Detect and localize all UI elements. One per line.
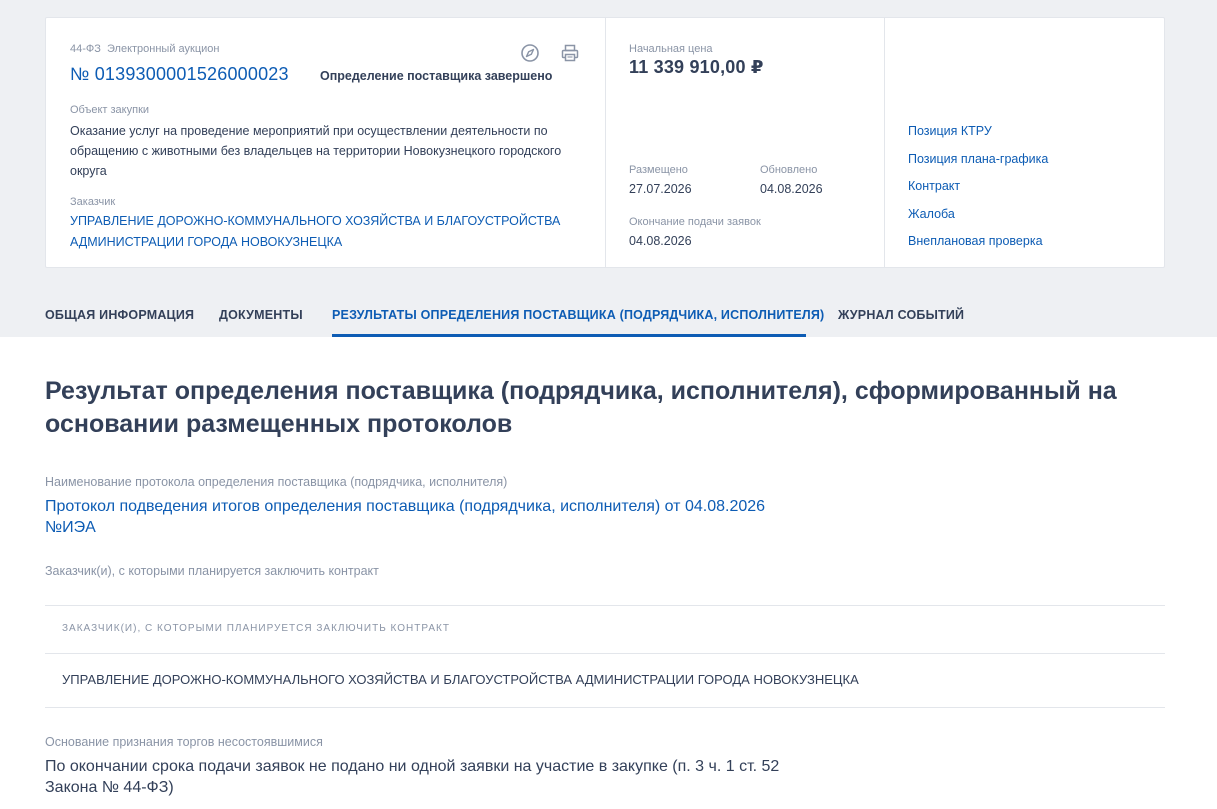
object-label: Объект закупки (70, 104, 150, 116)
link-contract[interactable]: Контракт (908, 179, 960, 193)
table-row: Управление дорожно-коммунального хозяйст… (62, 672, 859, 687)
law-type: 44-ФЗ (70, 43, 101, 55)
table-divider (45, 707, 1165, 708)
link-ktru-position[interactable]: Позиция КТРУ (908, 124, 992, 138)
link-complaint[interactable]: Жалоба (908, 207, 955, 221)
reason-label: Основание признания торгов несостоявшими… (45, 735, 323, 749)
placed-label: Размещено (629, 164, 688, 176)
updated-label: Обновлено (760, 164, 818, 176)
protocol-label: Наименование протокола определения поста… (45, 475, 508, 489)
procedure-type: Электронный аукцион (107, 43, 220, 55)
card-divider (884, 18, 885, 267)
card-divider (605, 18, 606, 267)
table-divider (45, 605, 1165, 606)
customers-label: Заказчик(и), с которыми планируется закл… (45, 564, 379, 578)
object-description: Оказание услуг на проведение мероприятий… (70, 124, 562, 178)
purchase-card: 44-ФЗ Электронный аукцион № 013930000152… (45, 17, 1165, 268)
initial-price: 11 339 910,00 ₽ (629, 57, 764, 77)
table-divider (45, 653, 1165, 654)
tab-supplier-results[interactable]: Результаты определения поставщика (подря… (332, 308, 824, 322)
protocol-link[interactable]: Протокол подведения итогов определения п… (45, 496, 805, 538)
placed-date: 27.07.2026 (629, 182, 692, 196)
printer-icon[interactable] (559, 42, 581, 64)
table-header: Заказчик(и), с которыми планируется закл… (62, 623, 450, 634)
price-label: Начальная цена (629, 43, 713, 55)
customer-label: Заказчик (70, 196, 116, 208)
tab-general-info[interactable]: Общая информация (45, 308, 194, 322)
compass-icon[interactable] (519, 42, 541, 64)
tab-event-log[interactable]: Журнал событий (838, 308, 964, 322)
reason-text: По окончании срока подачи заявок не пода… (45, 758, 780, 796)
procurement-status: Определение поставщика завершено (320, 69, 553, 83)
page-title: Результат определения поставщика (подряд… (45, 377, 1117, 438)
tab-bar: Общая информация Документы Результаты оп… (0, 300, 1217, 337)
registry-number-link[interactable]: № 0139300001526000023 (70, 64, 289, 85)
deadline-date: 04.08.2026 (629, 234, 692, 248)
active-tab-indicator (332, 334, 806, 337)
link-unscheduled-inspection[interactable]: Внеплановая проверка (908, 234, 1043, 248)
updated-date: 04.08.2026 (760, 182, 823, 196)
link-plan-schedule-position[interactable]: Позиция плана-графика (908, 152, 1048, 166)
customer-link[interactable]: Управление дорожно-коммунального хозяйст… (70, 211, 590, 253)
deadline-label: Окончание подачи заявок (629, 216, 761, 228)
tab-documents[interactable]: Документы (219, 308, 303, 322)
